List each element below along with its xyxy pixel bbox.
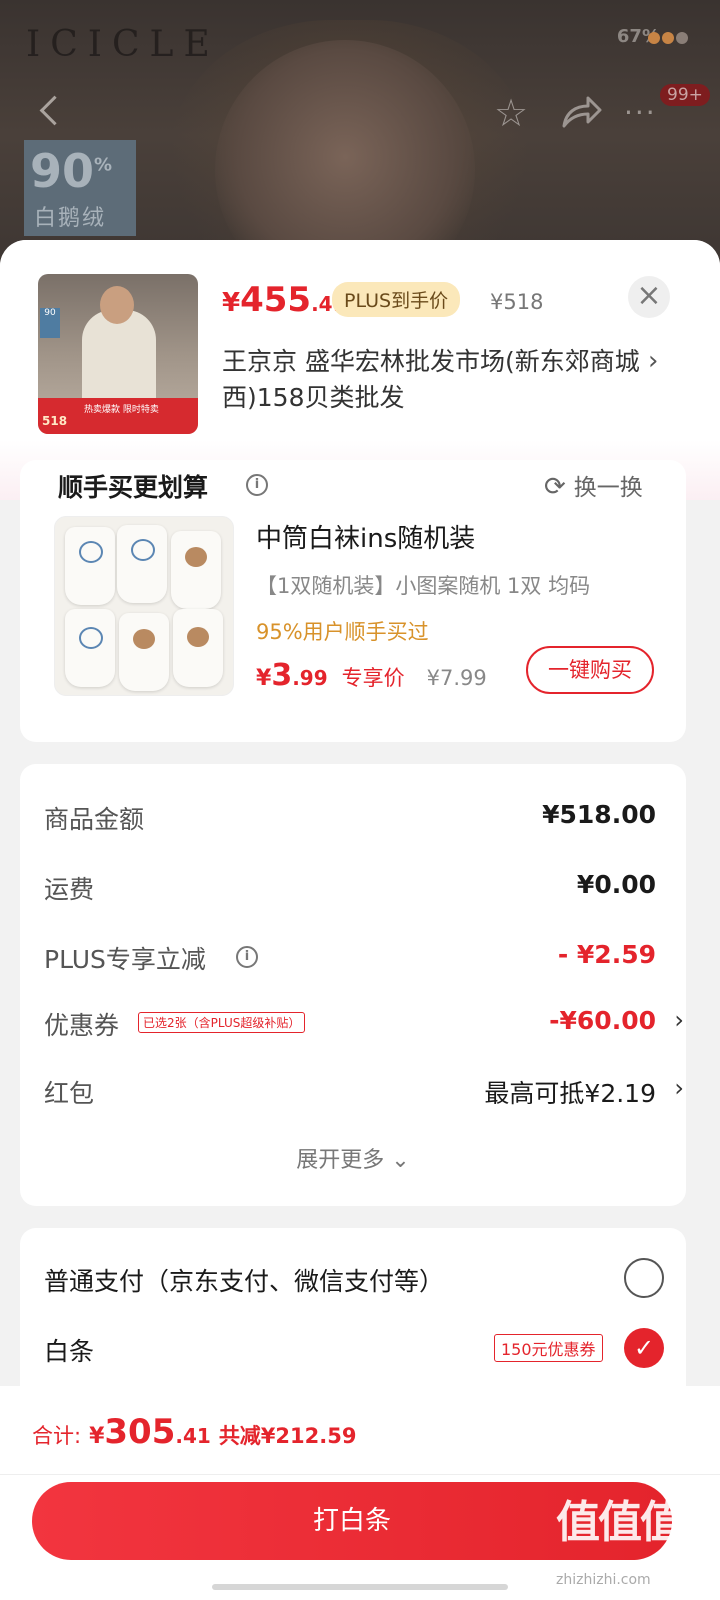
- shipping-address[interactable]: 王京京 盛华宏林批发市场(新东郊商城西)158贝类批发: [222, 344, 642, 416]
- addon-card: 顺手买更划算 i ⟳ 换一换 中筒白袜ins随机装 【1双随机装】小图案随机 1双…: [20, 460, 686, 742]
- socks-image[interactable]: [54, 516, 234, 696]
- fee-value: - ¥2.59: [557, 940, 656, 969]
- down-label: 白鹅绒: [34, 206, 107, 231]
- thumb-tag: 热卖爆款 限时特卖: [84, 405, 159, 415]
- refresh-label: 换一换: [573, 475, 643, 501]
- sock-5: [119, 613, 169, 691]
- addon-price-currency: ¥: [256, 666, 272, 691]
- down-fill-badge: 90% 白鹅绒: [24, 140, 136, 236]
- fee-label: 优惠券: [44, 1011, 120, 1040]
- message-badge: 99+: [660, 84, 710, 106]
- checkout-footer: 合计: ¥ 305 .41 共减¥212.59 打白条 值值值 zhizhizh…: [0, 1386, 720, 1600]
- checkout-sheet: 90 518 热卖爆款 限时特卖 ¥ 455 .41 PLUS到手价 ¥518 …: [0, 240, 720, 1600]
- refresh-icon: ⟳: [544, 472, 566, 502]
- sock-4: [65, 609, 115, 687]
- fee-label: 红包: [44, 1079, 95, 1108]
- sock-3: [171, 531, 221, 609]
- addon-item-name[interactable]: 中筒白袜ins随机装: [256, 518, 475, 555]
- chevron-right-icon[interactable]: ›: [648, 346, 658, 376]
- one-click-buy-button[interactable]: 一键购买: [526, 646, 654, 694]
- total-integer: 305: [104, 1412, 176, 1452]
- fee-value: 最高可抵¥2.19: [484, 1079, 656, 1108]
- total-label: 合计:: [32, 1424, 82, 1448]
- fee-row-shipping: 运费 ¥0.00: [44, 870, 656, 910]
- plus-price-tag: PLUS到手价: [332, 282, 461, 317]
- thumb-price: 518: [42, 414, 68, 428]
- watermark-logo: 值值值: [556, 1497, 684, 1548]
- product-thumbnail[interactable]: 90 518 热卖爆款 限时特卖: [38, 274, 198, 434]
- fee-value: ¥518.00: [542, 800, 656, 829]
- price-integer: 455: [240, 280, 312, 320]
- down-percent-unit: %: [94, 154, 113, 176]
- total-decimal: .41: [175, 1424, 211, 1448]
- info-icon[interactable]: i: [246, 474, 268, 496]
- refresh-button[interactable]: ⟳ 换一换: [544, 468, 643, 502]
- total-row: 合计: ¥ 305 .41 共减¥212.59: [32, 1412, 356, 1452]
- fee-row-coupon[interactable]: 优惠券 已选2张（含PLUS超级补贴） -¥60.00 ›: [44, 1006, 684, 1046]
- addon-price: ¥ 3 .99 专享价 ¥7.99: [256, 658, 487, 693]
- fee-row-subtotal: 商品金额 ¥518.00: [44, 800, 656, 840]
- star-icon[interactable]: ☆: [488, 90, 534, 136]
- back-icon[interactable]: [30, 90, 70, 134]
- fee-row-red-packet[interactable]: 红包 最高可抵¥2.19 ›: [44, 1074, 684, 1114]
- home-indicator[interactable]: [212, 1584, 508, 1590]
- addon-price-integer: 3: [271, 658, 293, 693]
- payment-radio-normal[interactable]: [624, 1258, 664, 1298]
- fee-value: ¥0.00: [576, 870, 656, 899]
- addon-social-proof: 95%用户顺手买过: [256, 620, 429, 644]
- sock-6: [173, 609, 223, 687]
- baitiao-coupon-tag: 150元优惠券: [494, 1334, 603, 1362]
- total-saved: 共减¥212.59: [218, 1424, 357, 1448]
- addon-title: 顺手买更划算: [58, 473, 209, 502]
- expand-more-button[interactable]: 展开更多 ⌄: [20, 1142, 686, 1174]
- chevron-right-icon[interactable]: ›: [674, 1006, 684, 1034]
- payment-option-baitiao[interactable]: 白条: [44, 1332, 94, 1368]
- info-icon[interactable]: i: [236, 946, 258, 968]
- addon-original-price: ¥7.99: [426, 666, 487, 690]
- thumb-head: [100, 286, 134, 324]
- close-icon[interactable]: ×: [628, 276, 670, 318]
- final-price: ¥ 455 .41: [222, 280, 347, 320]
- sock-1: [65, 527, 115, 605]
- chevron-right-icon[interactable]: ›: [674, 1074, 684, 1102]
- status-dots: [648, 32, 688, 44]
- fee-label: 运费: [44, 875, 95, 904]
- check-icon[interactable]: ✓: [624, 1328, 664, 1368]
- fee-row-plus-discount: PLUS专享立减 i - ¥2.59: [44, 940, 656, 980]
- divider: [0, 1474, 720, 1475]
- addon-item-spec: 【1双随机装】小图案随机 1双 均码: [256, 574, 591, 598]
- addon-price-label: 专享价: [341, 666, 405, 690]
- fee-breakdown: 商品金额 ¥518.00 运费 ¥0.00 PLUS专享立减 i - ¥2.59…: [20, 764, 686, 1206]
- total-currency: ¥: [89, 1424, 105, 1449]
- share-icon[interactable]: [558, 92, 604, 134]
- fee-label: PLUS专享立减: [44, 945, 206, 974]
- watermark-url: zhizhizhi.com: [556, 1572, 651, 1588]
- payment-option-normal[interactable]: 普通支付（京东支付、微信支付等）: [44, 1262, 444, 1298]
- price-currency: ¥: [222, 288, 241, 318]
- down-percent: 90: [30, 144, 95, 198]
- fee-label: 商品金额: [44, 805, 145, 834]
- fee-value: -¥60.00: [549, 1006, 656, 1035]
- brand-logo: ICICLE: [26, 24, 220, 65]
- original-price: ¥518: [490, 290, 544, 314]
- thumb-badge: 90: [40, 308, 60, 338]
- coupon-tag: 已选2张（含PLUS超级补贴）: [138, 1012, 306, 1033]
- sock-2: [117, 525, 167, 603]
- addon-price-decimal: .99: [292, 666, 328, 690]
